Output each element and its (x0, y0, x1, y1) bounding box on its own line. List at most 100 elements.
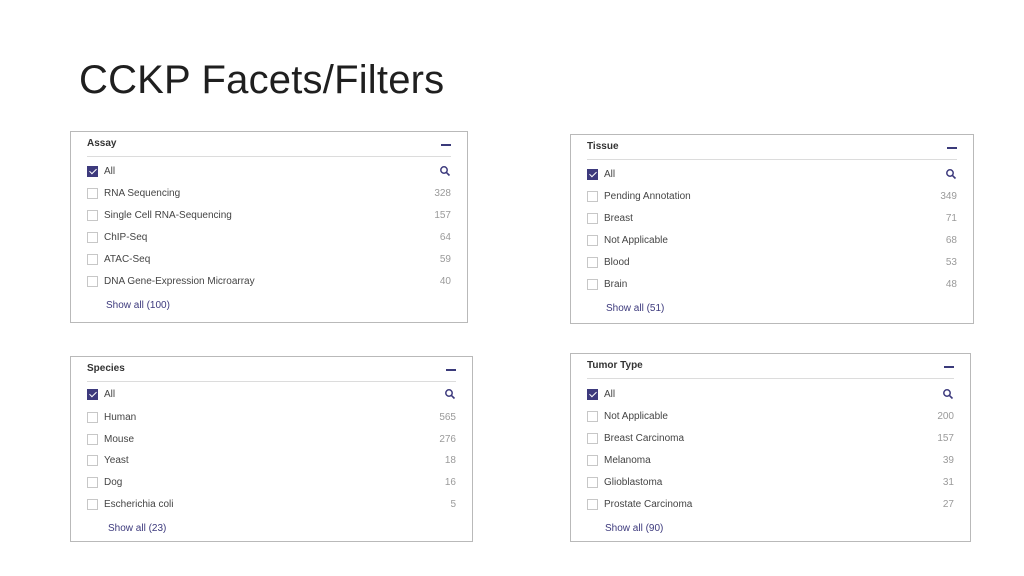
checkbox[interactable] (587, 235, 598, 246)
checkbox[interactable] (587, 477, 598, 488)
facet-option-all[interactable]: All (587, 384, 954, 406)
option-count: 276 (439, 434, 456, 445)
option-label: All (604, 389, 616, 400)
facet-option[interactable]: Melanoma 39 (587, 450, 954, 472)
checkbox[interactable] (87, 188, 98, 199)
show-all-link[interactable]: Show all (100) (106, 300, 170, 311)
option-count: 157 (434, 210, 451, 221)
checkbox[interactable] (87, 276, 98, 287)
checkbox-all[interactable] (87, 166, 98, 177)
option-count: 16 (444, 477, 456, 488)
checkbox[interactable] (87, 499, 98, 510)
facet-option[interactable]: Glioblastoma 31 (587, 472, 954, 494)
checkbox[interactable] (587, 191, 598, 202)
facet-option[interactable]: Pending Annotation 349 (587, 186, 957, 208)
checkbox[interactable] (587, 499, 598, 510)
facet-title: Tumor Type (587, 360, 643, 371)
facet-option[interactable]: ATAC-Seq 59 (87, 249, 451, 271)
option-label: Yeast (104, 455, 129, 466)
checkbox[interactable] (587, 455, 598, 466)
search-icon[interactable] (444, 388, 456, 400)
option-label: Human (104, 412, 137, 423)
option-count: 157 (937, 433, 954, 444)
option-count: 18 (444, 455, 456, 466)
option-label: Single Cell RNA-Sequencing (104, 210, 232, 221)
facet-option[interactable]: DNA Gene-Expression Microarray 40 (87, 271, 451, 293)
facet-option-all[interactable]: All (87, 161, 451, 183)
facet-option[interactable]: Brain 48 (587, 274, 957, 296)
search-icon[interactable] (439, 165, 451, 177)
slide-title: CCKP Facets/Filters (79, 58, 445, 102)
search-icon[interactable] (945, 168, 957, 180)
facet-option[interactable]: Dog 16 (87, 472, 456, 494)
checkbox[interactable] (87, 210, 98, 221)
facet-title: Assay (87, 138, 117, 149)
option-label: Pending Annotation (604, 191, 691, 202)
facet-option[interactable]: Single Cell RNA-Sequencing 157 (87, 205, 451, 227)
option-count: 68 (945, 235, 957, 246)
tissue-facet-panel: Tissue All Pending Annotation 349 Breast… (570, 134, 974, 324)
show-all-link[interactable]: Show all (51) (606, 303, 664, 314)
option-label: Escherichia coli (104, 499, 174, 510)
checkbox[interactable] (587, 213, 598, 224)
assay-facet-panel: Assay All RNA Sequencing 328 Single Cell… (70, 131, 468, 323)
checkbox[interactable] (587, 433, 598, 444)
species-facet-panel: Species All Human 565 Mouse 276 Yeast 18… (70, 356, 473, 542)
facet-header: Tissue (587, 135, 957, 160)
facet-option[interactable]: Escherichia coli 5 (87, 494, 456, 516)
checkbox[interactable] (87, 455, 98, 466)
checkbox[interactable] (587, 257, 598, 268)
collapse-icon[interactable] (446, 369, 456, 371)
option-count: 328 (434, 188, 451, 199)
facet-option[interactable]: ChIP-Seq 64 (87, 227, 451, 249)
option-count: 565 (439, 412, 456, 423)
checkbox[interactable] (587, 411, 598, 422)
checkbox[interactable] (87, 232, 98, 243)
facet-option[interactable]: Breast Carcinoma 157 (587, 428, 954, 450)
option-label: Prostate Carcinoma (604, 499, 693, 510)
show-all-link[interactable]: Show all (90) (605, 523, 663, 534)
facet-option[interactable]: Mouse 276 (87, 429, 456, 451)
checkbox-all[interactable] (587, 169, 598, 180)
checkbox[interactable] (587, 279, 598, 290)
facet-option[interactable]: Yeast 18 (87, 450, 456, 472)
facet-option-all[interactable]: All (587, 164, 957, 186)
option-count: 59 (439, 254, 451, 265)
option-count: 27 (942, 499, 954, 510)
checkbox[interactable] (87, 254, 98, 265)
option-count: 349 (940, 191, 957, 202)
checkbox-all[interactable] (87, 389, 98, 400)
option-label: Blood (604, 257, 630, 268)
facet-option[interactable]: Blood 53 (587, 252, 957, 274)
facet-option[interactable]: Breast 71 (587, 208, 957, 230)
option-count: 5 (450, 499, 456, 510)
facet-header: Tumor Type (587, 354, 954, 379)
facet-title: Tissue (587, 141, 619, 152)
facet-option[interactable]: Human 565 (87, 407, 456, 429)
facet-option[interactable]: Not Applicable 68 (587, 230, 957, 252)
option-label: Breast (604, 213, 633, 224)
checkbox-all[interactable] (587, 389, 598, 400)
facet-option[interactable]: RNA Sequencing 328 (87, 183, 451, 205)
facet-option[interactable]: Prostate Carcinoma 27 (587, 494, 954, 516)
option-count: 31 (942, 477, 954, 488)
option-label: Not Applicable (604, 411, 668, 422)
checkbox[interactable] (87, 434, 98, 445)
option-label: Melanoma (604, 455, 651, 466)
option-label: ChIP-Seq (104, 232, 148, 243)
collapse-icon[interactable] (944, 366, 954, 368)
option-label: ATAC-Seq (104, 254, 151, 265)
checkbox[interactable] (87, 477, 98, 488)
option-count: 71 (945, 213, 957, 224)
option-label: All (104, 389, 116, 400)
show-all-link[interactable]: Show all (23) (108, 523, 166, 534)
option-count: 39 (942, 455, 954, 466)
checkbox[interactable] (87, 412, 98, 423)
facet-option[interactable]: Not Applicable 200 (587, 406, 954, 428)
search-icon[interactable] (942, 388, 954, 400)
collapse-icon[interactable] (441, 144, 451, 146)
option-label: All (604, 169, 616, 180)
collapse-icon[interactable] (947, 147, 957, 149)
option-count: 200 (937, 411, 954, 422)
facet-option-all[interactable]: All (87, 384, 456, 406)
